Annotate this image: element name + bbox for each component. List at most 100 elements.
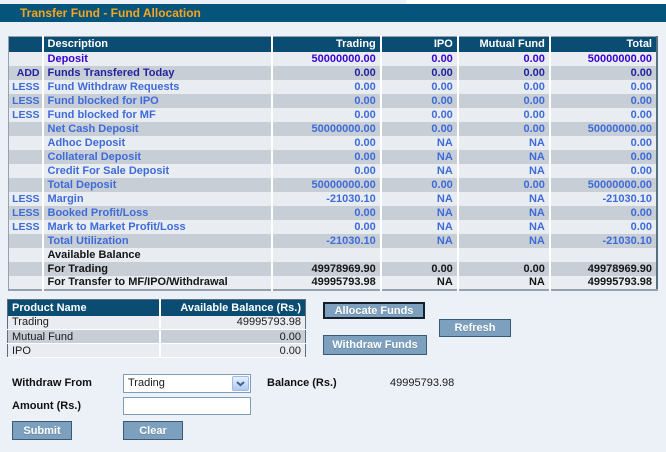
row-description: Fund blocked for IPO (43, 94, 272, 108)
cell-value: NA (381, 234, 458, 248)
table-row: Available Balance (9, 248, 658, 262)
cell-value: 0.00 (458, 262, 550, 276)
balance-label: Balance (Rs.) (267, 377, 337, 389)
cell-value: 0.00 (272, 94, 381, 108)
allocation-column-header: Trading (272, 37, 381, 52)
row-prefix: LESS (9, 192, 43, 206)
table-row: Total Utilization-21030.10NANA-21030.10 (9, 234, 658, 248)
product-balance: 0.00 (160, 344, 306, 358)
cell-value: 50000000.00 (550, 52, 657, 66)
cell-value (458, 248, 550, 262)
cell-value: 0.00 (550, 220, 657, 234)
row-description: Mark to Market Profit/Loss (43, 220, 272, 234)
row-description: Deposit (43, 52, 272, 66)
table-row: Credit For Sale Deposit0.00NANA0.00 (9, 164, 658, 178)
row-prefix (9, 150, 43, 164)
refresh-button[interactable]: Refresh (439, 319, 511, 337)
cell-value: 0.00 (272, 220, 381, 234)
cell-value: 0.00 (381, 52, 458, 66)
page-title: Transfer Fund - Fund Allocation (0, 4, 666, 22)
submit-button[interactable]: Submit (12, 421, 72, 440)
row-prefix: LESS (9, 94, 43, 108)
cell-value: 49978969.90 (272, 262, 381, 276)
cell-value: 0.00 (458, 108, 550, 122)
cell-value: 50000000.00 (272, 178, 381, 192)
cell-value: 49995793.98 (272, 276, 381, 290)
product-balance: 49995793.98 (160, 316, 306, 330)
amount-input[interactable] (123, 397, 251, 415)
cell-value: NA (381, 192, 458, 206)
cell-value: 49995793.98 (550, 276, 657, 290)
cell-value: 0.00 (550, 94, 657, 108)
allocation-column-header: Total (550, 37, 657, 52)
cell-value: 0.00 (550, 66, 657, 80)
row-description: Available Balance (43, 248, 272, 262)
clear-button[interactable]: Clear (123, 421, 183, 440)
cell-value (381, 248, 458, 262)
row-prefix: ADD (9, 66, 43, 80)
row-prefix (9, 262, 43, 276)
cell-value: 0.00 (272, 108, 381, 122)
product-balance: 0.00 (160, 330, 306, 344)
row-description: Booked Profit/Loss (43, 206, 272, 220)
cell-value: 0.00 (550, 108, 657, 122)
cell-value: 0.00 (272, 150, 381, 164)
table-row: LESSFund Withdraw Requests0.000.000.000.… (9, 80, 658, 94)
withdraw-from-select[interactable]: Trading (123, 374, 251, 393)
cell-value: 0.00 (272, 164, 381, 178)
table-row: LESSMargin-21030.10NANA-21030.10 (9, 192, 658, 206)
cell-value: -21030.10 (550, 192, 657, 206)
cell-value: NA (381, 150, 458, 164)
product-header-row: Product NameAvailable Balance (Rs.) (8, 300, 306, 316)
cell-value: 0.00 (381, 66, 458, 80)
cell-value: 0.00 (381, 94, 458, 108)
table-row: Adhoc Deposit0.00NANA0.00 (9, 136, 658, 150)
cell-value: 0.00 (458, 52, 550, 66)
row-prefix (9, 164, 43, 178)
allocation-column-header: IPO (381, 37, 458, 52)
table-row: For Trading49978969.900.000.0049978969.9… (9, 262, 658, 276)
allocate-funds-button[interactable]: Allocate Funds (323, 302, 425, 319)
cell-value (272, 248, 381, 262)
row-description: Adhoc Deposit (43, 136, 272, 150)
cell-value: NA (381, 206, 458, 220)
cell-value: NA (381, 136, 458, 150)
row-prefix (9, 122, 43, 136)
product-column-header: Available Balance (Rs.) (160, 300, 306, 316)
cell-value: 0.00 (550, 164, 657, 178)
row-description: Collateral Deposit (43, 150, 272, 164)
cell-value (550, 248, 657, 262)
cell-value: NA (381, 276, 458, 290)
cell-value: 0.00 (550, 136, 657, 150)
cell-value: 0.00 (458, 178, 550, 192)
allocation-column-header (9, 37, 43, 52)
allocation-header-row: DescriptionTradingIPOMutual FundTotal (9, 37, 658, 52)
product-row: Trading49995793.98 (8, 316, 306, 330)
cell-value: 0.00 (381, 262, 458, 276)
row-description: For Transfer to MF/IPO/Withdrawal (43, 276, 272, 290)
row-prefix: LESS (9, 206, 43, 220)
cell-value: 0.00 (550, 150, 657, 164)
chevron-down-icon[interactable] (232, 376, 249, 391)
withdraw-funds-button[interactable]: Withdraw Funds (323, 335, 427, 355)
row-description: Fund Withdraw Requests (43, 80, 272, 94)
table-row: LESSFund blocked for MF0.000.000.000.00 (9, 108, 658, 122)
cell-value: 50000000.00 (272, 52, 381, 66)
allocation-column-header: Mutual Fund (458, 37, 550, 52)
table-row: LESSBooked Profit/Loss0.00NANA0.00 (9, 206, 658, 220)
row-prefix (9, 276, 43, 290)
cell-value: 0.00 (272, 66, 381, 80)
row-prefix (9, 178, 43, 192)
cell-value: NA (381, 164, 458, 178)
cell-value: NA (458, 164, 550, 178)
cell-value: -21030.10 (550, 234, 657, 248)
cell-value: 0.00 (381, 122, 458, 136)
row-prefix (9, 136, 43, 150)
product-name: IPO (8, 344, 160, 358)
cell-value: NA (458, 234, 550, 248)
fund-allocation-table: DescriptionTradingIPOMutual FundTotal De… (8, 36, 658, 291)
table-row: For Transfer to MF/IPO/Withdrawal4999579… (9, 276, 658, 290)
cell-value: 0.00 (272, 136, 381, 150)
row-prefix (9, 234, 43, 248)
cell-value: 0.00 (458, 122, 550, 136)
